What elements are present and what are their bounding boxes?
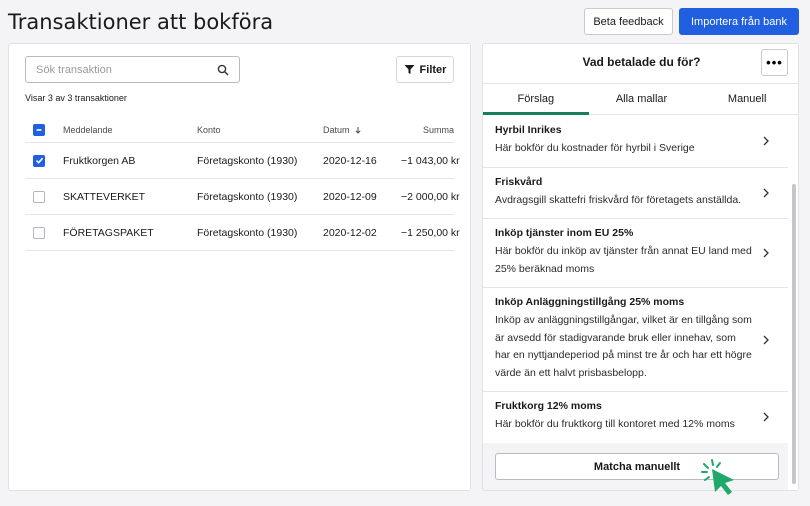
sort-arrow-down-icon (355, 126, 361, 134)
row-message: SKATTEVERKET (63, 190, 146, 203)
tab-suggestions[interactable]: Förslag (483, 84, 589, 115)
row-checkbox[interactable] (33, 190, 45, 203)
chevron-right-icon (763, 188, 769, 198)
row-sum: −1 250,00 kr (401, 226, 460, 239)
click-cursor-icon (701, 459, 734, 495)
chevron-right-icon (763, 248, 769, 258)
column-date[interactable]: Datum (323, 125, 401, 135)
transactions-panel: Sök transaktion Filter Visar 3 av 3 tran… (8, 43, 471, 491)
transaction-count: Visar 3 av 3 transaktioner (25, 93, 127, 103)
item-title: Inköp Anläggningstillgång 25% moms (495, 296, 685, 308)
item-description: Här bokför du kostnader för hyrbil i Sve… (495, 142, 695, 154)
search-icon (217, 64, 229, 75)
row-checkbox[interactable] (33, 226, 45, 239)
transactions-table: Meddelande Konto Datum Summa Fruktkorgen… (25, 117, 460, 251)
panel-title: Vad betalade du för? (582, 55, 701, 69)
list-item[interactable]: Hyrbil Inrikes Här bokför du kostnader f… (483, 116, 788, 168)
item-description: Inköp av anläggningstillgångar, vilket ä… (495, 314, 752, 379)
chevron-right-icon (763, 412, 769, 422)
checkmark-icon (35, 157, 43, 164)
row-account: Företagskonto (1930) (197, 154, 298, 167)
search-placeholder: Sök transaktion (36, 63, 112, 76)
column-message[interactable]: Meddelande (63, 125, 197, 135)
row-date: 2020-12-16 (323, 154, 377, 167)
column-date-label: Datum (323, 124, 350, 135)
filter-icon (404, 65, 415, 74)
item-description: Avdragsgill skattefri friskvård för före… (495, 193, 742, 206)
column-sum[interactable]: Summa (401, 125, 454, 135)
select-all-checkbox[interactable] (33, 123, 45, 136)
list-item[interactable]: Inköp Anläggningstillgång 25% moms Inköp… (483, 288, 788, 392)
table-header: Meddelande Konto Datum Summa (25, 117, 454, 143)
row-sum: −2 000,00 kr (401, 190, 460, 203)
beta-feedback-button[interactable]: Beta feedback (584, 8, 673, 35)
list-item[interactable]: Inköp tjänster inom EU 25% Här bokför du… (483, 219, 788, 288)
row-date: 2020-12-09 (323, 190, 377, 203)
page-title: Transaktioner att bokföra (8, 10, 274, 34)
table-row[interactable]: FÖRETAGSPAKET Företagskonto (1930) 2020-… (25, 215, 460, 251)
item-title: Fruktkorg 12% moms (495, 400, 602, 412)
filter-label: Filter (419, 63, 447, 76)
item-title: Hyrbil Inrikes (495, 124, 562, 136)
scrollbar[interactable] (792, 184, 796, 484)
tab-bar: Förslag Alla mallar Manuell (483, 83, 798, 115)
row-date: 2020-12-02 (323, 226, 377, 239)
item-description: Här bokför du fruktkorg till kontoret me… (495, 418, 735, 430)
search-input[interactable]: Sök transaktion (25, 56, 240, 83)
filter-button[interactable]: Filter (396, 56, 454, 83)
ellipsis-icon: ••• (766, 55, 783, 70)
table-row[interactable]: SKATTEVERKET Företagskonto (1930) 2020-1… (25, 179, 460, 215)
item-description: Här bokför du inköp av tjänster från ann… (495, 245, 752, 275)
list-item[interactable]: Fruktkorg 12% moms Här bokför du fruktko… (483, 392, 788, 444)
list-item[interactable]: Friskvård Avdragsgill skattefri friskvår… (483, 168, 788, 219)
tab-all-templates[interactable]: Alla mallar (589, 84, 695, 114)
row-sum: −1 043,00 kr (401, 154, 460, 167)
panel-footer: Matcha manuellt (483, 443, 788, 490)
chevron-right-icon (763, 335, 769, 344)
table-row[interactable]: Fruktkorgen AB Företagskonto (1930) 2020… (25, 143, 460, 179)
row-message: FÖRETAGSPAKET (63, 226, 154, 239)
chevron-right-icon (763, 136, 769, 146)
row-checkbox[interactable] (33, 154, 45, 167)
tab-manual[interactable]: Manuell (694, 84, 798, 114)
suggestion-list: Hyrbil Inrikes Här bokför du kostnader f… (483, 116, 788, 444)
suggestion-panel: Vad betalade du för? ••• Förslag Alla ma… (482, 43, 799, 491)
more-options-button[interactable]: ••• (761, 49, 788, 76)
row-message: Fruktkorgen AB (63, 154, 136, 167)
minus-icon (36, 128, 42, 131)
item-title: Friskvård (495, 175, 543, 188)
row-account: Företagskonto (1930) (197, 226, 298, 239)
row-account: Företagskonto (1930) (197, 190, 298, 203)
import-from-bank-button[interactable]: Importera från bank (679, 8, 799, 35)
column-account[interactable]: Konto (197, 125, 323, 135)
item-title: Inköp tjänster inom EU 25% (495, 227, 634, 239)
